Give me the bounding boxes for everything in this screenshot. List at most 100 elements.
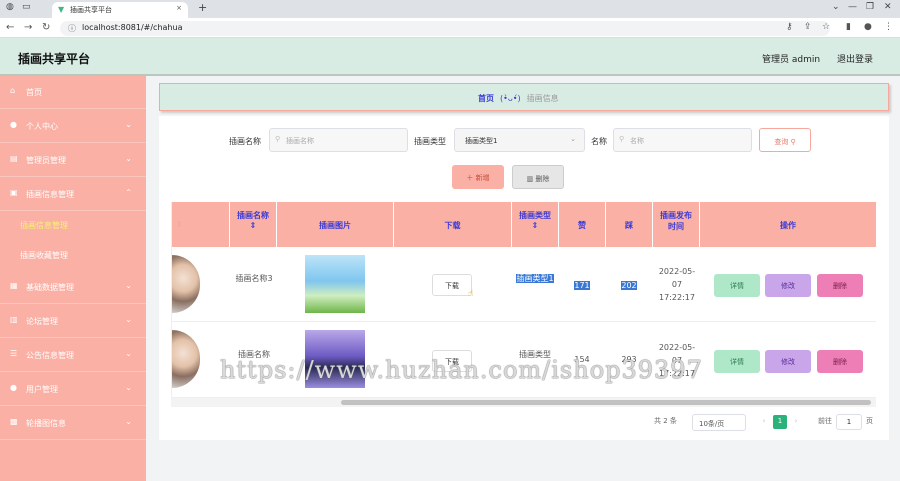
image-icon: ▩ — [10, 417, 18, 426]
download-label: 下载 — [445, 282, 459, 290]
sidebar-item-carousel[interactable]: ▩ 轮播图信息 ⌄ — [0, 407, 146, 440]
download-button[interactable]: 下载 — [432, 274, 472, 296]
detail-button[interactable]: 详情 — [714, 350, 760, 373]
header-label: 下载 — [444, 221, 461, 230]
minimize-icon[interactable]: — — [848, 2, 857, 12]
horizontal-scrollbar[interactable] — [171, 398, 876, 407]
table-header-image[interactable]: 插画图片 — [277, 202, 394, 247]
author-search-input[interactable]: ⚲ 名称 — [613, 128, 752, 152]
query-button-label: 查询 — [774, 138, 789, 146]
scrollbar-thumb[interactable] — [341, 400, 871, 405]
sidepanel-icon[interactable]: ▮ — [846, 22, 851, 32]
goto-value: 1 — [846, 418, 852, 426]
table-header-type[interactable]: 插画类型 ⇕ — [512, 202, 559, 247]
profile-icon[interactable]: ● — [864, 22, 872, 32]
name-search-input[interactable]: ⚲ 插画名称 — [269, 128, 408, 152]
sidebar-item-label: 轮播图信息 — [26, 419, 66, 428]
maximize-icon[interactable]: ❐ — [866, 2, 874, 12]
back-icon[interactable]: ← — [6, 22, 14, 33]
close-window-icon[interactable]: ✕ — [884, 2, 892, 12]
page-number-button[interactable]: 1 — [773, 415, 787, 429]
user-icon: ● — [10, 383, 17, 392]
table-header-download[interactable]: 下载 — [394, 202, 512, 247]
sidebar-item-profile[interactable]: ● 个人中心 ⌄ — [0, 110, 146, 143]
goto-page-input[interactable]: 1 — [836, 414, 862, 430]
app-header: 插画共享平台 管理员 admin 退出登录 — [0, 38, 900, 76]
brand-title: 插画共享平台 — [18, 52, 91, 66]
browser-tab-strip: ◍ ▭ ▼ 插画共享平台 × + ⌄ — ❐ ✕ — [0, 0, 900, 18]
type-select[interactable]: 插画类型1 ⌄ — [454, 128, 585, 152]
sidebar-subitem-illustration-info[interactable]: 插画信息管理 — [0, 210, 146, 240]
table-header-likes[interactable]: 赞 — [559, 202, 606, 247]
sidebar-subitem-label: 插画收藏管理 — [20, 251, 68, 260]
forward-icon[interactable]: → — [24, 22, 32, 33]
edit-label: 修改 — [781, 282, 795, 290]
menu-dots-icon[interactable]: ⋮ — [884, 22, 893, 32]
dropdown-icon[interactable]: ⌄ — [832, 2, 840, 12]
next-page-button[interactable]: › — [789, 415, 803, 429]
sort-icon: ⇕ — [249, 221, 257, 230]
sidebar-item-notices[interactable]: ☰ 公告信息管理 ⌄ — [0, 339, 146, 372]
data-icon: ▦ — [10, 281, 18, 290]
add-button[interactable]: ＋ 新增 — [452, 165, 504, 189]
edit-button[interactable]: 修改 — [765, 274, 811, 297]
sidebar-item-home[interactable]: ⌂ 首页 — [0, 76, 146, 109]
plus-icon: ＋ — [466, 174, 474, 182]
breadcrumb: 首页 (•̀ᴗ•́) 插画信息 — [159, 83, 889, 111]
cell-likes: 171 — [562, 281, 602, 290]
sidebar-item-users[interactable]: ● 用户管理 ⌄ — [0, 373, 146, 406]
sidebar-item-illustrations[interactable]: ▣ 插画信息管理 ⌃ — [0, 178, 146, 211]
table-header-name[interactable]: 插画名称 ⇕ — [230, 202, 277, 247]
chevron-down-icon: ⌄ — [125, 120, 132, 129]
reload-icon[interactable]: ↻ — [42, 22, 50, 33]
sidebar-subitem-favorites[interactable]: 插画收藏管理 — [0, 240, 146, 270]
prev-page-button[interactable]: ‹ — [757, 415, 771, 429]
name-search-placeholder: 插画名称 — [286, 137, 314, 145]
url-input[interactable]: ⓘ localhost:8081/#/chahua — [60, 21, 830, 36]
breadcrumb-home[interactable]: 首页 — [478, 94, 494, 103]
browser-globe-icon: ◍ — [6, 2, 14, 12]
breadcrumb-current: 插画信息 — [526, 94, 559, 103]
query-button[interactable]: 查询 ⚲ — [759, 128, 811, 152]
edit-button[interactable]: 修改 — [765, 350, 811, 373]
name-filter-label: 插画名称 — [229, 137, 261, 146]
page-size-value: 10条/页 — [699, 420, 725, 428]
bulk-delete-button[interactable]: ▥ 删除 — [512, 165, 564, 189]
bookmark-star-icon[interactable]: ☆ — [822, 22, 830, 32]
sidebar-item-label: 基础数据管理 — [26, 283, 74, 292]
sidebar-item-forum[interactable]: ▥ 论坛管理 ⌄ — [0, 305, 146, 338]
browser-tab[interactable]: ▼ 插画共享平台 × — [52, 2, 188, 18]
header-label: 踩 — [625, 221, 633, 230]
key-icon[interactable]: ⚷ — [786, 22, 793, 32]
delete-button[interactable]: 删除 — [817, 274, 863, 297]
url-text: localhost:8081/#/chahua — [82, 23, 183, 32]
page-size-select[interactable]: 10条/页 — [692, 414, 746, 431]
address-bar: ← → ↻ ⓘ localhost:8081/#/chahua ⚷ ⇪ ☆ ▮ … — [0, 18, 900, 38]
close-tab-icon[interactable]: × — [176, 4, 182, 12]
header-label: 插画名称 — [237, 211, 269, 220]
share-icon[interactable]: ⇪ — [804, 22, 812, 32]
table-header-date[interactable]: 插画发布时间 — [653, 202, 700, 247]
sidebar-item-base-data[interactable]: ▦ 基础数据管理 ⌄ — [0, 271, 146, 304]
dislikes-text: 202 — [621, 281, 637, 290]
user-icon: ● — [10, 120, 17, 129]
pager-total: 共 2 条 — [654, 417, 677, 425]
sidebar-item-admins[interactable]: ▤ 管理员管理 ⌄ — [0, 144, 146, 177]
sidebar-item-label: 管理员管理 — [26, 156, 66, 165]
search-icon: ⚲ — [619, 135, 625, 143]
table-header-dislikes[interactable]: 踩 — [606, 202, 653, 247]
type-text: 插画类型1 — [516, 274, 554, 283]
header-label: 插画图片 — [319, 221, 351, 230]
likes-text: 171 — [574, 281, 590, 290]
sidebar-item-label: 首页 — [26, 88, 42, 97]
type-filter-label: 插画类型 — [414, 137, 446, 146]
illustration-thumbnail[interactable] — [305, 255, 365, 313]
chevron-up-icon: ⌃ — [125, 188, 132, 197]
logout-link[interactable]: 退出登录 — [837, 52, 873, 65]
table-header-select: ⇕ — [172, 202, 230, 247]
site-info-icon[interactable]: ⓘ — [68, 23, 76, 34]
new-tab-icon[interactable]: + — [198, 1, 207, 14]
delete-button[interactable]: 删除 — [817, 350, 863, 373]
admin-icon: ▤ — [10, 154, 18, 163]
detail-button[interactable]: 详情 — [714, 274, 760, 297]
